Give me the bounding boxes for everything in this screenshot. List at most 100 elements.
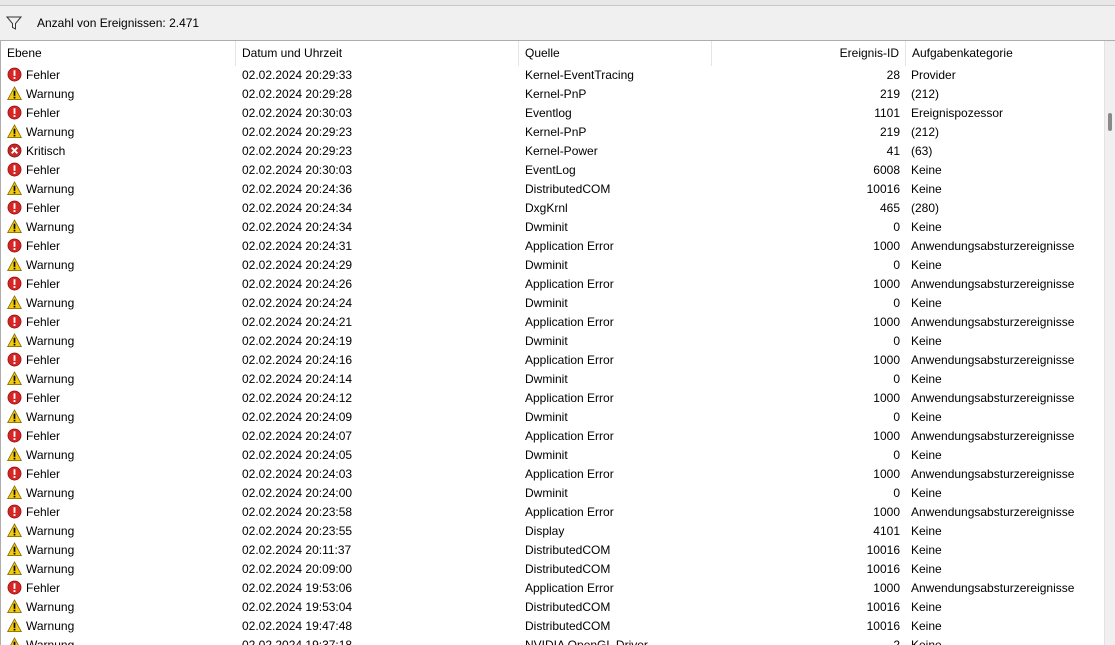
level-cell: Warnung	[7, 256, 235, 275]
datetime-cell: 02.02.2024 20:24:00	[242, 486, 353, 500]
level-text: Fehler	[26, 429, 61, 443]
table-row[interactable]: Fehler 02.02.2024 20:29:33 Kernel-EventTra…	[1, 66, 1104, 85]
level-cell: Warnung	[7, 522, 235, 541]
vertical-scrollbar[interactable]	[1104, 41, 1115, 645]
table-row[interactable]: Fehler 02.02.2024 20:24:07 Application Err…	[1, 427, 1104, 446]
level-text: Fehler	[26, 467, 61, 481]
table-row[interactable]: Warnung 02.02.2024 20:24:00 Dwminit 0 Keine	[1, 484, 1104, 503]
column-header-datetime[interactable]: Datum und Uhrzeit	[236, 41, 519, 66]
category-cell: Anwendungsabsturzereignisse	[911, 353, 1075, 367]
table-row[interactable]: Fehler 02.02.2024 20:24:26 Application Err…	[1, 275, 1104, 294]
column-header-source[interactable]: Quelle	[519, 41, 712, 66]
table-row[interactable]: Fehler 02.02.2024 20:23:58 Application Err…	[1, 503, 1104, 522]
table-row[interactable]: Fehler 02.02.2024 20:24:34 DxgKrnl 465 (280)	[1, 199, 1104, 218]
datetime-cell: 02.02.2024 19:53:04	[242, 600, 353, 614]
level-cell: Warnung	[7, 484, 235, 503]
level-text: Warnung	[26, 372, 75, 386]
source-cell: Eventlog	[525, 106, 572, 120]
level-text: Fehler	[26, 201, 61, 215]
table-row[interactable]: Warnung 02.02.2024 20:24:24 Dwminit 0 Keine	[1, 294, 1104, 313]
category-cell: Anwendungsabsturzereignisse	[911, 315, 1075, 329]
column-header-level[interactable]: Ebene	[1, 41, 236, 66]
level-cell: Warnung	[7, 370, 235, 389]
category-cell: Ereignispozessor	[911, 106, 1004, 120]
event-id-cell: 10016	[866, 600, 900, 614]
datetime-cell: 02.02.2024 20:24:03	[242, 467, 353, 481]
table-row[interactable]: Kritisch 02.02.2024 20:29:23 Kernel-Power 4…	[1, 142, 1104, 161]
level-cell: Warnung	[7, 617, 235, 636]
level-cell: Warnung	[7, 636, 235, 645]
source-cell: Application Error	[525, 581, 614, 595]
event-id-cell: 0	[893, 296, 900, 310]
level-cell: Warnung	[7, 541, 235, 560]
category-cell: Anwendungsabsturzereignisse	[911, 429, 1075, 443]
datetime-cell: 02.02.2024 20:23:58	[242, 505, 353, 519]
table-row[interactable]: Fehler 02.02.2024 20:24:12 Application Err…	[1, 389, 1104, 408]
table-row[interactable]: Fehler 02.02.2024 20:24:03 Application Err…	[1, 465, 1104, 484]
event-id-cell: 10016	[866, 543, 900, 557]
error-icon	[7, 390, 22, 405]
table-row[interactable]: Fehler 02.02.2024 19:53:06 Application Err…	[1, 579, 1104, 598]
table-row[interactable]: Fehler 02.02.2024 20:30:03 Eventlog 1101 Ere…	[1, 104, 1104, 123]
source-cell: DistributedCOM	[525, 562, 611, 576]
level-cell: Fehler	[7, 66, 235, 85]
table-row[interactable]: Warnung 02.02.2024 20:23:55 Display 4101 Kei…	[1, 522, 1104, 541]
level-text: Warnung	[26, 619, 75, 633]
table-row[interactable]: Warnung 02.02.2024 19:47:48 DistributedCOM…	[1, 617, 1104, 636]
warning-icon	[7, 371, 22, 386]
table-row[interactable]: Fehler 02.02.2024 20:24:16 Application Err…	[1, 351, 1104, 370]
event-list[interactable]: Ebene Datum und Uhrzeit Quelle Ereignis-…	[0, 41, 1104, 645]
event-id-cell: 0	[893, 410, 900, 424]
scrollbar-thumb[interactable]	[1108, 113, 1112, 131]
event-id-cell: 0	[893, 258, 900, 272]
datetime-cell: 02.02.2024 20:29:23	[242, 125, 353, 139]
category-cell: Keine	[911, 638, 942, 645]
table-row[interactable]: Warnung 02.02.2024 20:29:28 Kernel-PnP 219 (…	[1, 85, 1104, 104]
table-row[interactable]: Warnung 02.02.2024 20:24:36 DistributedCOM…	[1, 180, 1104, 199]
column-header-event-id[interactable]: Ereignis-ID	[712, 41, 906, 66]
level-cell: Fehler	[7, 503, 235, 522]
table-row[interactable]: Warnung 02.02.2024 20:24:34 Dwminit 0 Keine	[1, 218, 1104, 237]
level-cell: Warnung	[7, 218, 235, 237]
table-row[interactable]: Warnung 02.02.2024 19:53:04 DistributedCOM…	[1, 598, 1104, 617]
warning-icon	[7, 618, 22, 633]
column-header-category[interactable]: Aufgabenkategorie	[906, 41, 1104, 66]
table-row[interactable]: Fehler 02.02.2024 20:24:21 Application Err…	[1, 313, 1104, 332]
source-cell: Dwminit	[525, 258, 568, 272]
level-cell: Fehler	[7, 199, 235, 218]
level-cell: Fehler	[7, 351, 235, 370]
event-id-cell: 2	[893, 638, 900, 645]
level-cell: Warnung	[7, 598, 235, 617]
event-id-cell: 41	[886, 144, 900, 158]
source-cell: Application Error	[525, 505, 614, 519]
source-cell: Application Error	[525, 239, 614, 253]
table-row[interactable]: Warnung 02.02.2024 20:24:29 Dwminit 0 Keine	[1, 256, 1104, 275]
datetime-cell: 02.02.2024 20:24:19	[242, 334, 353, 348]
table-row[interactable]: Warnung 02.02.2024 20:09:00 DistributedCOM…	[1, 560, 1104, 579]
category-cell: (212)	[911, 125, 940, 139]
source-cell: Application Error	[525, 467, 614, 481]
table-row[interactable]: Fehler 02.02.2024 20:24:31 Application Err…	[1, 237, 1104, 256]
source-cell: DistributedCOM	[525, 182, 611, 196]
table-row[interactable]: Warnung 02.02.2024 20:24:05 Dwminit 0 Keine	[1, 446, 1104, 465]
datetime-cell: 02.02.2024 20:29:23	[242, 144, 353, 158]
event-id-cell: 1101	[874, 106, 900, 120]
table-row[interactable]: Warnung 02.02.2024 20:24:19 Dwminit 0 Keine	[1, 332, 1104, 351]
table-row[interactable]: Warnung 02.02.2024 20:11:37 DistributedCOM…	[1, 541, 1104, 560]
category-cell: (212)	[911, 87, 940, 101]
source-cell: DistributedCOM	[525, 600, 611, 614]
table-row[interactable]: Fehler 02.02.2024 20:30:03 EventLog 6008 Kei…	[1, 161, 1104, 180]
datetime-cell: 02.02.2024 20:24:36	[242, 182, 353, 196]
datetime-cell: 02.02.2024 20:24:26	[242, 277, 353, 291]
table-row[interactable]: Warnung 02.02.2024 19:37:18 NVIDIA OpenGL …	[1, 636, 1104, 645]
table-row[interactable]: Warnung 02.02.2024 20:29:23 Kernel-PnP 219 (…	[1, 123, 1104, 142]
table-row[interactable]: Warnung 02.02.2024 20:24:14 Dwminit 0 Keine	[1, 370, 1104, 389]
source-cell: Dwminit	[525, 372, 568, 386]
category-cell: Keine	[911, 334, 942, 348]
table-row[interactable]: Warnung 02.02.2024 20:24:09 Dwminit 0 Keine	[1, 408, 1104, 427]
datetime-cell: 02.02.2024 20:23:55	[242, 524, 353, 538]
source-cell: Kernel-EventTracing	[525, 68, 634, 82]
level-cell: Fehler	[7, 275, 235, 294]
datetime-cell: 02.02.2024 20:30:03	[242, 163, 353, 177]
source-cell: Kernel-PnP	[525, 125, 587, 139]
